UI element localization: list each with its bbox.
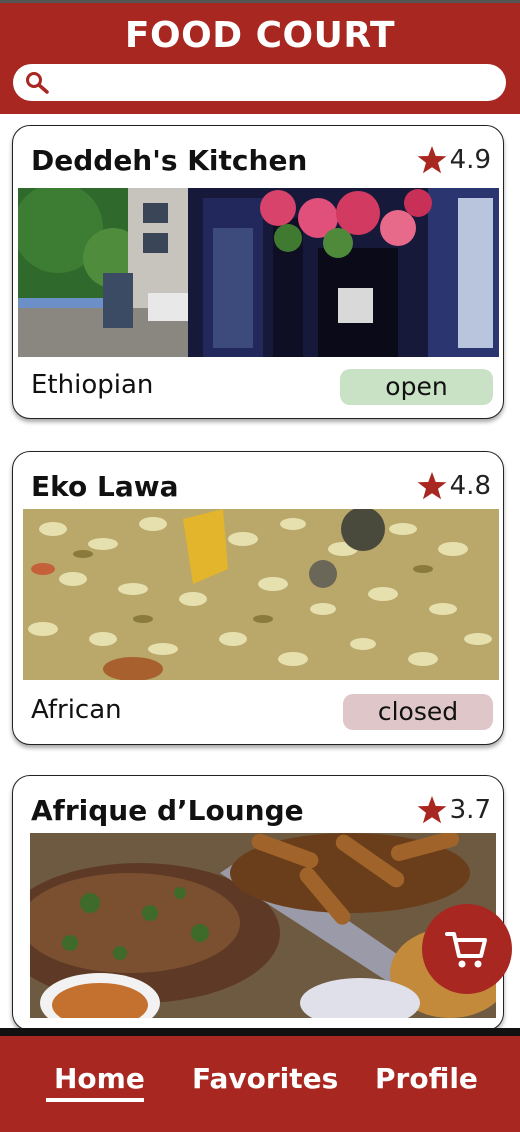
nav-home[interactable]: Home	[54, 1062, 145, 1095]
status-badge: open	[340, 369, 493, 405]
restaurant-card[interactable]: Afrique d’Lounge 3.7	[12, 775, 504, 1031]
app-header: FOOD COURT	[0, 0, 520, 114]
rating-value: 4.9	[449, 145, 491, 175]
rating: 3.7	[416, 792, 491, 828]
restaurant-name: Eko Lawa	[31, 470, 179, 503]
restaurant-name: Afrique d’Lounge	[31, 794, 304, 827]
search-input[interactable]	[61, 68, 495, 98]
rating: 4.9	[416, 142, 491, 178]
restaurant-card[interactable]: Deddeh's Kitchen 4.9 Ethiopian open	[12, 125, 504, 419]
star-icon	[417, 472, 447, 500]
star-icon	[417, 796, 447, 824]
restaurant-photo	[18, 188, 499, 357]
cart-icon[interactable]	[444, 926, 490, 972]
status-badge: closed	[343, 694, 493, 730]
cuisine-label: African	[31, 695, 122, 725]
cart-button[interactable]	[422, 904, 512, 994]
restaurant-name: Deddeh's Kitchen	[31, 144, 308, 177]
star-icon	[417, 146, 447, 174]
search-bar[interactable]	[13, 64, 506, 101]
rating-value: 3.7	[449, 795, 491, 825]
restaurant-photo	[30, 833, 496, 1018]
bottom-nav: Home Favorites Profile	[0, 1036, 520, 1132]
restaurant-photo	[23, 509, 499, 680]
nav-favorites[interactable]: Favorites	[192, 1062, 338, 1095]
nav-divider	[0, 1028, 520, 1036]
rating: 4.8	[416, 468, 491, 504]
rating-value: 4.8	[449, 471, 491, 501]
nav-profile[interactable]: Profile	[375, 1062, 478, 1095]
nav-active-indicator	[46, 1098, 144, 1102]
restaurant-card[interactable]: Eko Lawa 4.8 African closed	[12, 451, 504, 745]
app-title: FOOD COURT	[124, 15, 396, 56]
cuisine-label: Ethiopian	[31, 370, 154, 400]
